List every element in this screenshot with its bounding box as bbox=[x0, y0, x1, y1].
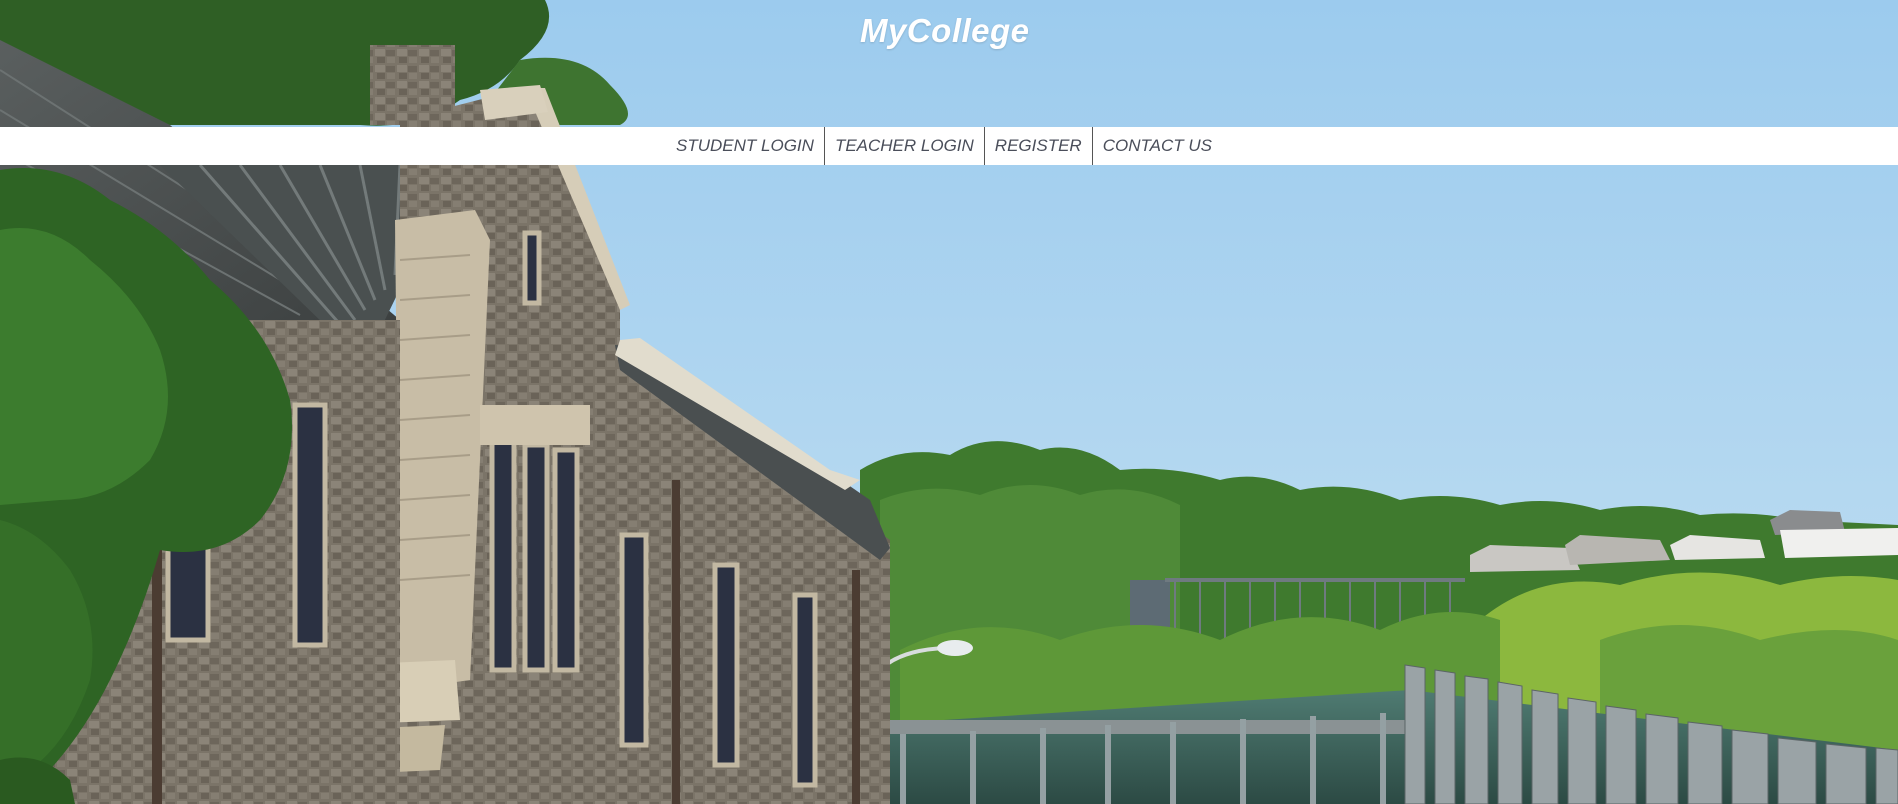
nav-item-teacher-login[interactable]: TEACHER LOGIN bbox=[825, 127, 985, 165]
nav-item-register[interactable]: REGISTER bbox=[985, 127, 1093, 165]
main-navigation: STUDENT LOGIN TEACHER LOGIN REGISTER CON… bbox=[0, 127, 1898, 165]
page: MyCollege STUDENT LOGIN TEACHER LOGIN RE… bbox=[0, 0, 1898, 804]
site-title[interactable]: MyCollege bbox=[860, 8, 1030, 54]
nav-item-label[interactable]: CONTACT US bbox=[1103, 136, 1212, 156]
nav-item-contact-us[interactable]: CONTACT US bbox=[1093, 127, 1222, 165]
hero-background-image bbox=[0, 0, 1898, 804]
nav-item-label[interactable]: TEACHER LOGIN bbox=[835, 136, 974, 156]
nav-item-student-login[interactable]: STUDENT LOGIN bbox=[666, 127, 825, 165]
nav-item-label[interactable]: STUDENT LOGIN bbox=[676, 136, 814, 156]
nav-item-label[interactable]: REGISTER bbox=[995, 136, 1082, 156]
nav-list: STUDENT LOGIN TEACHER LOGIN REGISTER CON… bbox=[666, 127, 1222, 165]
